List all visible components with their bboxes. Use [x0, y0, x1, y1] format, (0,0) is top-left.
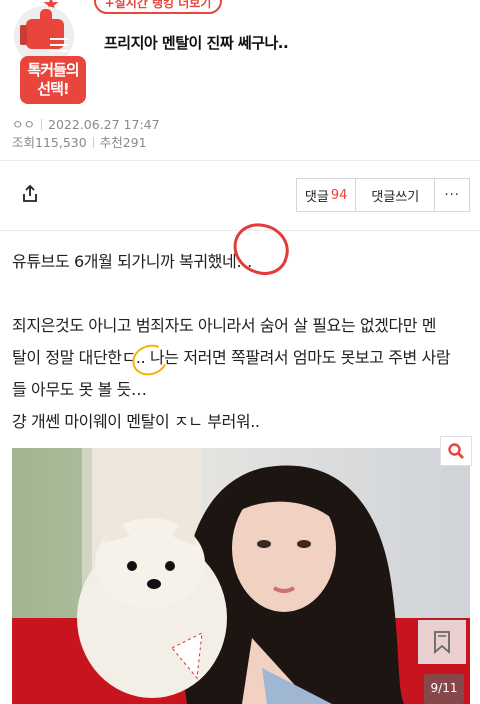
- realtime-ranking-button[interactable]: +실시간 랭킹 더보기: [94, 0, 222, 14]
- bookmark-button[interactable]: [418, 620, 466, 664]
- view-count: 조회115,530: [12, 135, 87, 150]
- comment-count-button[interactable]: 댓글 94: [297, 179, 357, 211]
- share-icon: [23, 184, 37, 202]
- body-line: 걍 개쎈 마이웨이 멘탈이 ㅈㄴ 부러워..: [12, 412, 260, 431]
- post-date: 2022.06.27 17:47: [48, 117, 160, 132]
- zoom-icon: [448, 443, 464, 459]
- divider: [0, 160, 480, 161]
- post-meta: ㅇㅇ 2022.06.27 17:47 조회115,530 추천291: [12, 116, 160, 152]
- recommend-count: 추천291: [99, 135, 147, 150]
- tokker-pick-badge: ★ 톡커들의 선택!: [12, 0, 90, 106]
- badge-line1: 톡커들의: [27, 61, 79, 79]
- share-button[interactable]: [14, 178, 46, 210]
- post-header: ★ 톡커들의 선택! +실시간 랭킹 더보기 프리지아 멘탈이 진짜 쎄구나..: [0, 0, 480, 108]
- write-comment-button[interactable]: 댓글쓰기: [356, 179, 436, 211]
- comment-label: 댓글: [304, 189, 329, 205]
- comment-actions: 댓글 94 댓글쓰기 ···: [296, 178, 470, 212]
- more-options-button[interactable]: ···: [435, 179, 469, 211]
- bookmark-icon: [434, 631, 450, 654]
- body-line: 들 아무도 못 볼 듯…: [12, 380, 147, 399]
- body-line: 죄지은것도 아니고 범죄자도 아니라서 숨어 살 필요는 없겠다만 멘: [12, 316, 437, 335]
- badge-label: 톡커들의 선택!: [20, 56, 86, 104]
- body-line: 탈이 정말 대단한ㄷ.. 나는 저러면 쪽팔려서 엄마도 못보고 주변 사람: [12, 348, 451, 367]
- author-name: ㅇㅇ: [12, 117, 36, 132]
- badge-line2: 선택!: [37, 80, 69, 98]
- comment-count: 94: [330, 187, 348, 203]
- post-body: 유튜브도 6개월 되가니까 복귀했네… 죄지은것도 아니고 범죄자도 아니라서 …: [12, 246, 472, 438]
- post-title: 프리지아 멘탈이 진짜 쎄구나..: [104, 34, 289, 52]
- zoom-button[interactable]: [440, 436, 472, 466]
- image-counter: 9/11: [424, 674, 464, 704]
- post-image[interactable]: [12, 448, 470, 704]
